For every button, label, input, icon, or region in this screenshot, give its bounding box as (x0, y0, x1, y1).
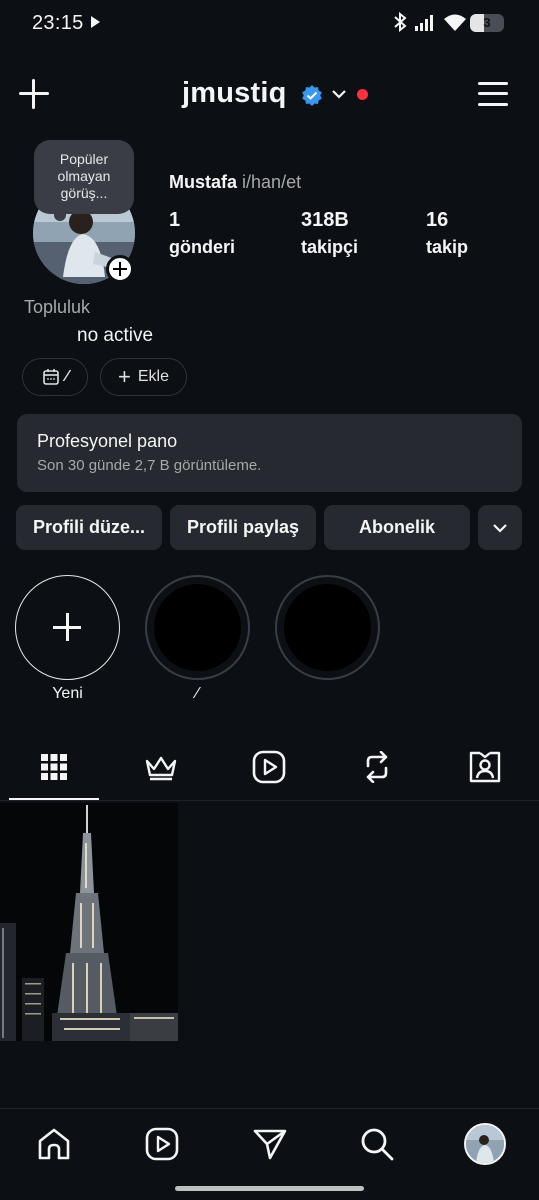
calendar-chip-text: ⁄ (65, 368, 69, 385)
profile-username[interactable]: jmustiq (182, 77, 287, 110)
repost-icon (366, 751, 388, 783)
nav-reels[interactable] (142, 1124, 182, 1164)
calendar-chip[interactable]: ⁄ (22, 358, 88, 396)
grid-icon (41, 754, 67, 780)
post-thumbnail[interactable] (0, 803, 178, 1041)
pronouns: i/han/et (242, 172, 302, 192)
nav-messages[interactable] (250, 1124, 290, 1164)
profile-full-name: Mustafa i/han/et (169, 172, 301, 193)
posts-count: 1 (169, 209, 181, 231)
verified-badge-icon (302, 85, 322, 106)
dashboard-title: Profesyonel pano (37, 431, 178, 451)
home-icon (38, 1128, 70, 1160)
following-count: 16 (426, 209, 449, 231)
tab-reposts[interactable] (359, 748, 395, 786)
add-chip-label: Ekle (137, 368, 169, 385)
tab-tagged[interactable] (467, 748, 503, 786)
tab-subscriber-content[interactable] (143, 748, 179, 786)
share-profile-button[interactable]: Profili paylaş (170, 505, 316, 550)
search-icon (361, 1128, 394, 1161)
menu-icon[interactable] (478, 80, 508, 108)
reels-icon (145, 1127, 179, 1161)
calendar-icon (42, 369, 59, 385)
account-switch-chevron-icon[interactable] (331, 88, 347, 100)
professional-dashboard[interactable]: Profesyonel pano Son 30 günde 2,7 B görü… (17, 414, 522, 492)
nav-home[interactable] (34, 1124, 74, 1164)
edit-profile-button[interactable]: Profili düze... (16, 505, 162, 550)
subscription-button[interactable]: Abonelik (324, 505, 470, 550)
send-icon (253, 1129, 287, 1160)
posts-label[interactable]: gönderi (169, 237, 235, 258)
home-indicator (175, 1186, 364, 1191)
full-name-text: Mustafa (169, 172, 238, 192)
notification-dot (357, 89, 368, 100)
create-plus-icon[interactable] (18, 78, 50, 110)
status-time: 23:15 (32, 12, 84, 34)
following-label[interactable]: takip (426, 237, 468, 258)
suggestions-toggle-button[interactable] (478, 505, 522, 550)
battery-level: 3 (483, 15, 491, 30)
media-playing-icon (91, 16, 100, 28)
dashboard-subtitle: Son 30 günde 2,7 B görüntüleme. (37, 457, 262, 474)
wifi-icon (444, 14, 466, 31)
add-story-plus-icon[interactable] (106, 255, 134, 283)
highlight-label: ⁄ (196, 685, 199, 702)
new-highlight-button[interactable] (15, 575, 120, 680)
highlight-label-new: Yeni (52, 685, 83, 702)
crown-icon (145, 756, 177, 781)
nav-profile-avatar[interactable] (464, 1123, 506, 1165)
divider (0, 1108, 539, 1109)
bluetooth-icon (394, 12, 407, 32)
followers-label[interactable]: takipçi (301, 237, 358, 258)
plus-icon: + (118, 364, 131, 389)
note-bubble[interactable]: Popüler olmayan görüş... (34, 140, 134, 221)
reels-icon (252, 750, 286, 784)
nav-search[interactable] (357, 1124, 397, 1164)
battery-indicator: 3 (470, 14, 504, 32)
tab-posts-grid[interactable] (36, 748, 72, 786)
highlight-item[interactable] (275, 575, 380, 680)
profile-category: Topluluk (24, 297, 91, 317)
highlight-item[interactable] (145, 575, 250, 680)
tagged-person-icon (469, 751, 501, 783)
chevron-down-icon (493, 523, 507, 533)
signal-icon (415, 15, 433, 31)
divider (0, 800, 539, 801)
profile-bio: no active (77, 325, 154, 346)
tab-reels[interactable] (251, 748, 287, 786)
add-link-chip[interactable]: + Ekle (100, 358, 187, 396)
followers-count: 318B (301, 209, 349, 231)
